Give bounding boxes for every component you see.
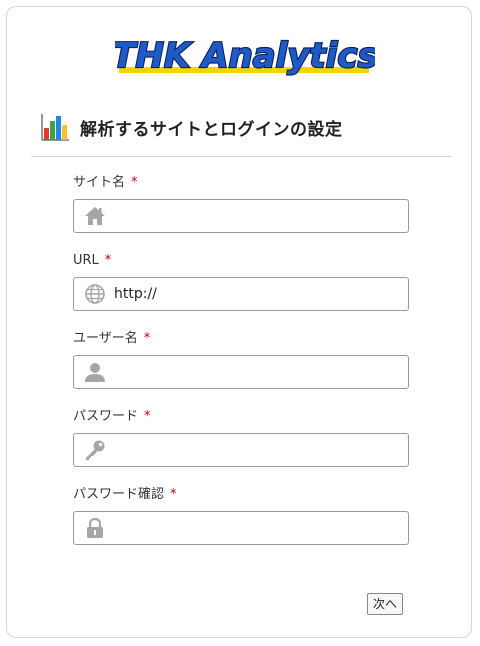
url-label: URL * [73, 253, 112, 268]
site-name-label: サイト名 * [73, 175, 138, 190]
required-mark: * [143, 331, 151, 346]
required-mark: * [131, 175, 138, 190]
section-header: 解析するサイトとログインの設定 [40, 111, 343, 143]
username-label: ユーザー名 * [73, 331, 151, 346]
required-mark: * [144, 409, 151, 424]
setup-card: THK Analytics 解析するサイトとログインの設定 サイト名 * URL * [6, 6, 472, 638]
thk-analytics-logo: THK Analytics [115, 29, 375, 81]
username-input-box[interactable] [73, 355, 409, 389]
lock-icon [87, 517, 103, 538]
password-label: パスワード * [73, 409, 151, 424]
page-title: 解析するサイトとログインの設定 [80, 119, 343, 140]
site-name-field: サイト名 * [73, 173, 409, 233]
password-input-box[interactable] [73, 433, 409, 467]
url-input[interactable] [114, 278, 402, 310]
url-input-box[interactable] [73, 277, 409, 311]
site-name-input-box[interactable] [73, 199, 409, 233]
home-icon [85, 207, 105, 225]
url-field: URL * [73, 251, 409, 311]
password-field: パスワード * [73, 407, 409, 467]
required-mark: * [104, 253, 112, 268]
username-input[interactable] [114, 356, 402, 388]
password-confirm-input[interactable] [114, 512, 402, 544]
bar-chart-icon [41, 114, 69, 141]
password-confirm-label: パスワード確認 * [73, 487, 177, 502]
user-icon [85, 363, 105, 382]
globe-icon [85, 284, 105, 304]
site-name-input[interactable] [114, 200, 402, 232]
username-field: ユーザー名 * [73, 329, 409, 389]
next-button[interactable]: 次へ [367, 593, 404, 615]
required-mark: * [170, 487, 177, 502]
password-input[interactable] [114, 434, 402, 466]
key-icon [86, 440, 105, 460]
logo-text: THK Analytics [115, 36, 375, 76]
password-confirm-input-box[interactable] [73, 511, 409, 545]
divider [31, 156, 451, 157]
password-confirm-field: パスワード確認 * [73, 485, 409, 545]
